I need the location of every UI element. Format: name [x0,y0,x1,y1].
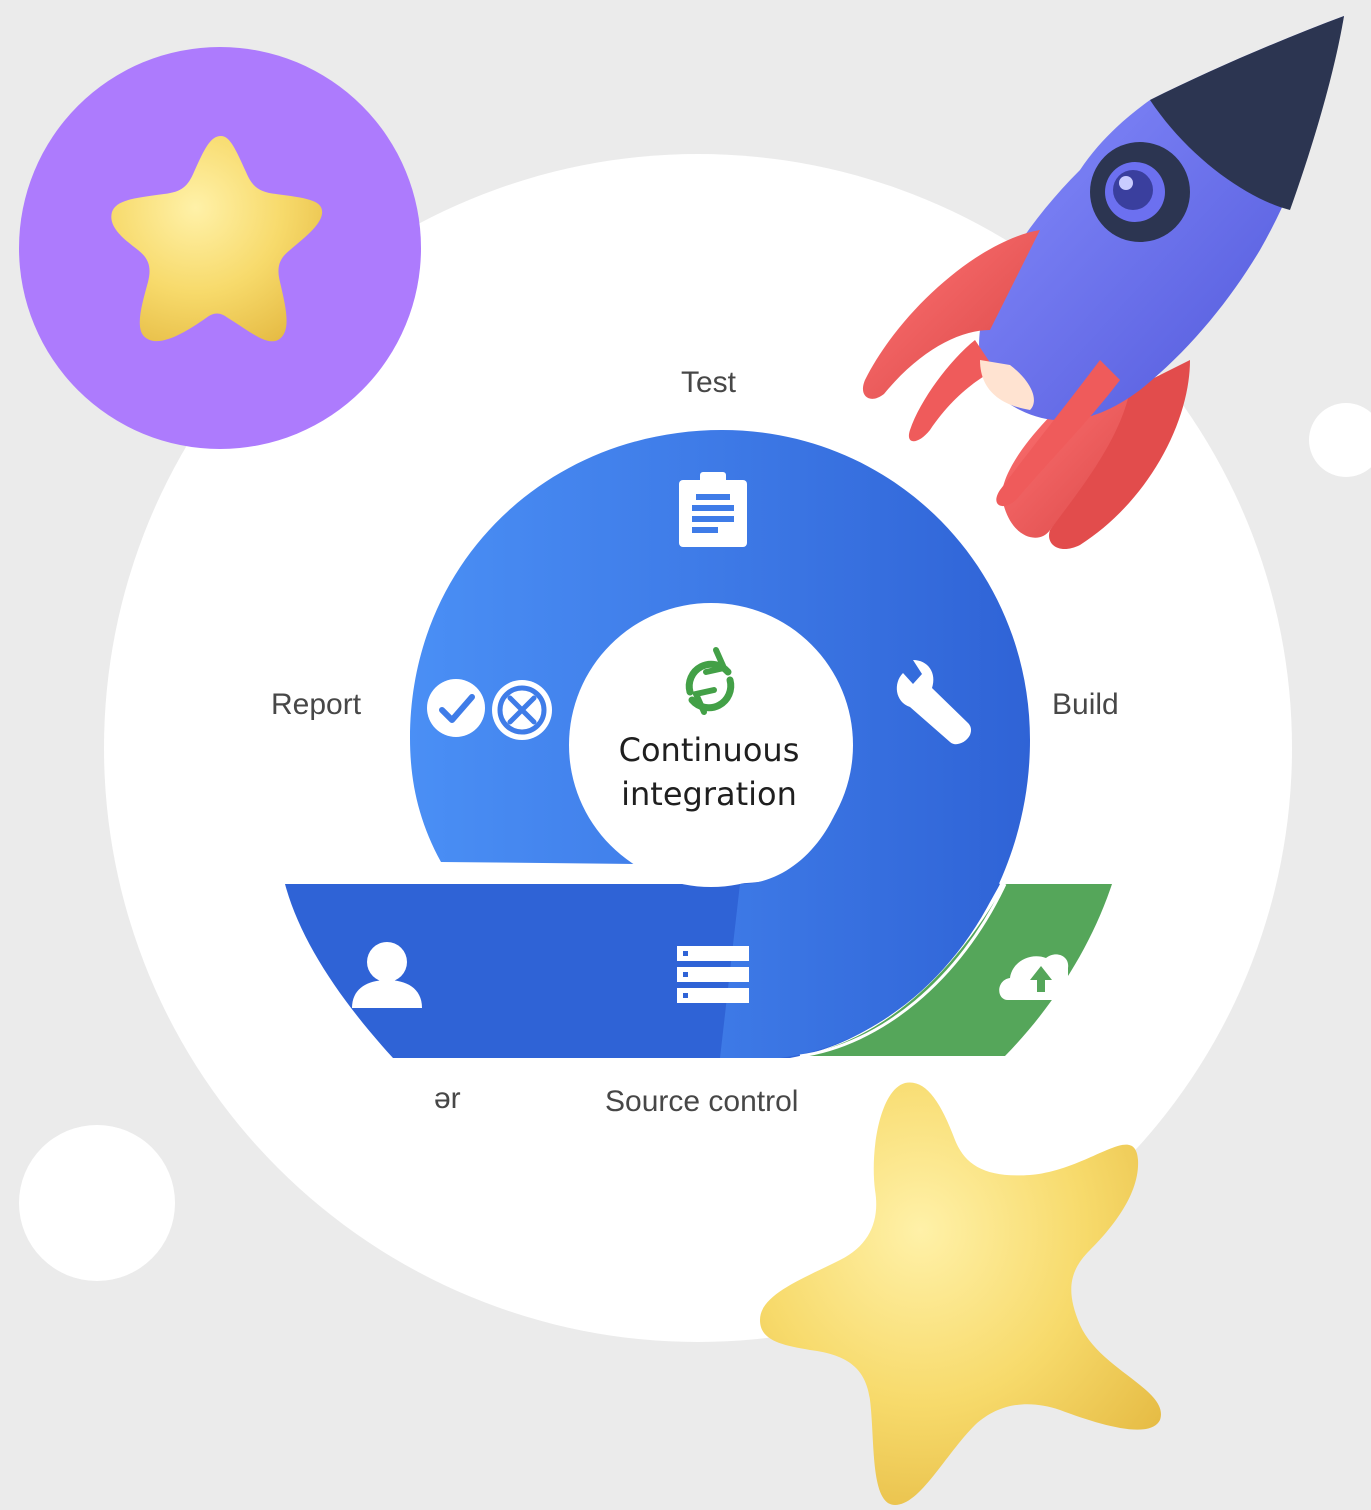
stage-label-test: Test [681,366,737,399]
star-badge [19,47,421,449]
check-icon [427,679,485,737]
decor-dot-left [19,1125,175,1281]
clipboard-icon [679,472,747,547]
center-title-line1: Continuous [618,731,800,769]
server-icon [677,946,749,1003]
stage-label-source-control: Source control [605,1085,799,1118]
stage-label-truncated: ər [434,1082,461,1115]
cancel-icon [492,680,552,740]
stage-label-report: Report [271,688,362,721]
center-title-line2: integration [621,775,797,813]
stage-label-build: Build [1052,688,1119,721]
center-title: Continuous integration [571,728,847,816]
decor-dot-right [1309,403,1371,477]
